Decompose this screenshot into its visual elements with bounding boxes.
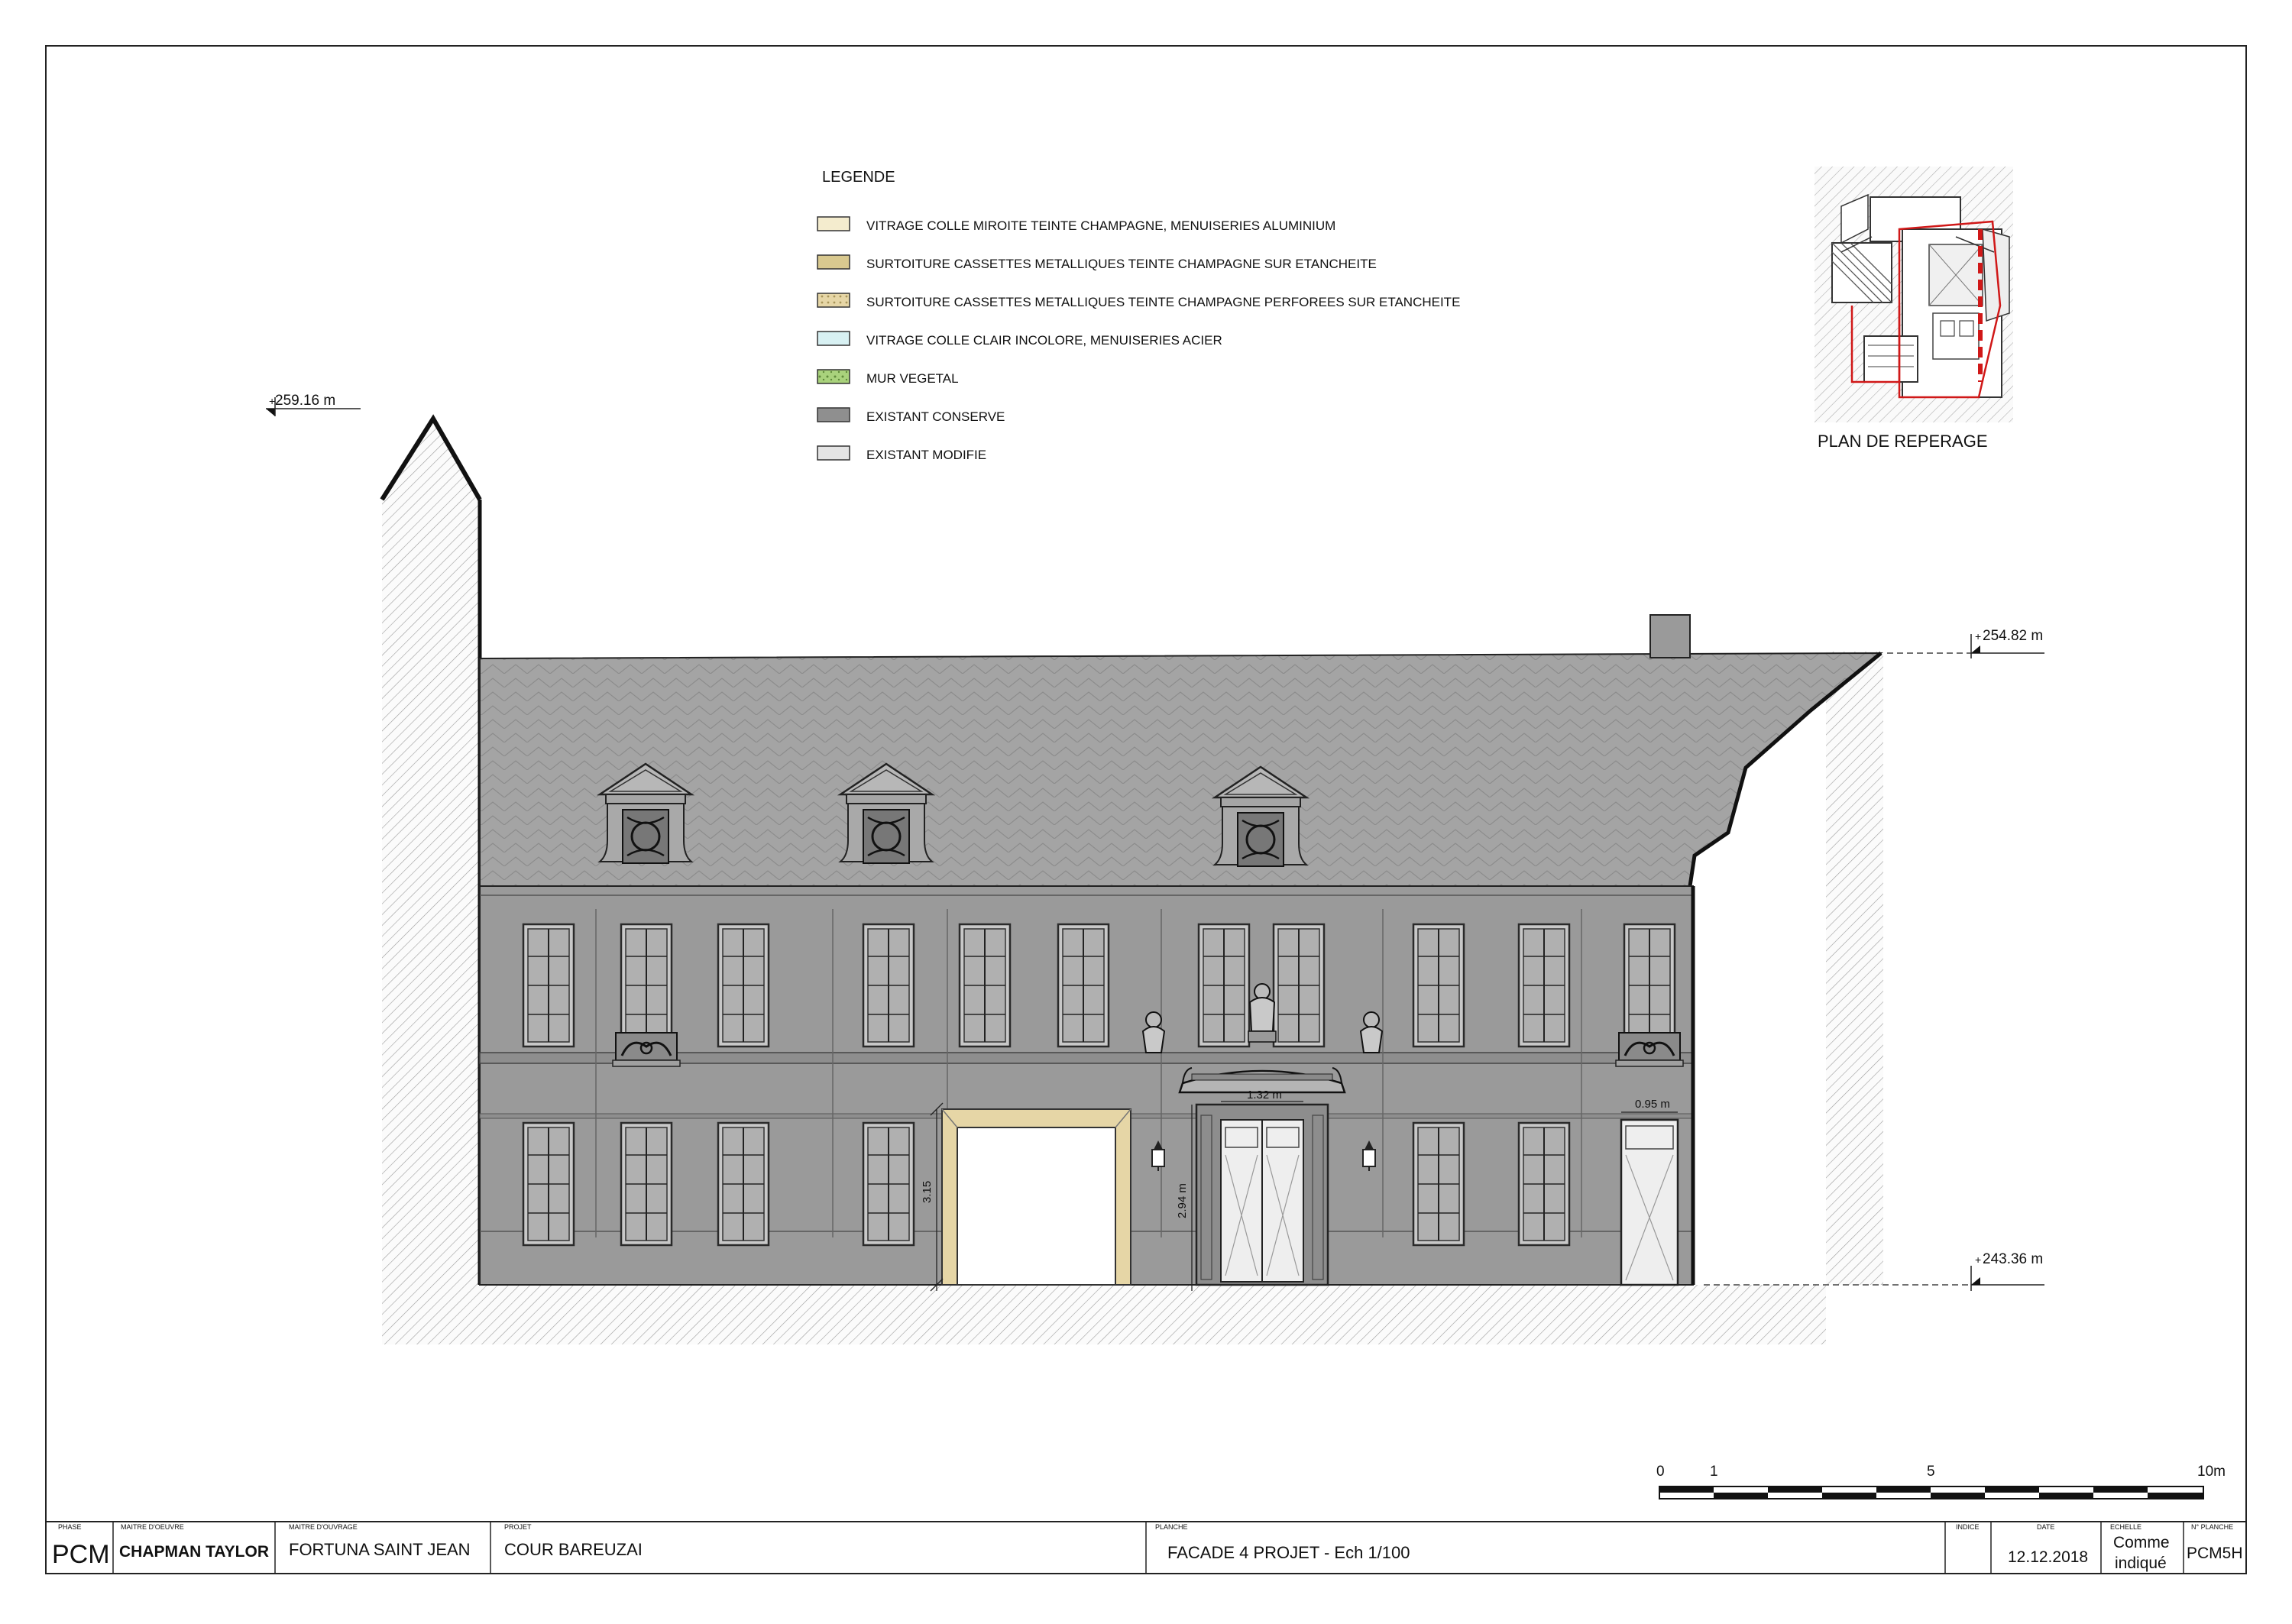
phase-heading: PHASE [58,1523,82,1531]
index-heading: INDICE [1956,1523,1980,1531]
window [620,1121,673,1247]
legend-swatch [817,293,850,308]
window [522,923,575,1048]
window [522,1121,575,1247]
project-value: COUR BAREUZAI [504,1540,643,1559]
level-value: 254.82 m [1983,628,2043,644]
location-plan-map [1814,167,2013,422]
facade-elevation [380,414,1883,1344]
scale-label: 10m [2197,1464,2226,1480]
phase-value: PCM [52,1540,110,1569]
location-plan: PLAN DE REPERAGE [1814,167,2013,451]
scale-label: 5 [1927,1464,1935,1480]
window [1272,923,1326,1048]
carriage-entrance [941,1108,1131,1286]
legend-swatch [817,254,850,270]
drawing-sheet: LEGENDE VITRAGE COLLE MIROITE TEINTE CHA… [45,45,2247,1574]
legend-title: LEGENDE [822,169,895,186]
architect-value: CHAPMAN TAYLOR [119,1543,269,1561]
legend-label: EXISTANT MODIFIE [866,448,986,462]
legend-swatch [817,369,850,384]
legend-label: SURTOITURE CASSETTES METALLIQUES TEINTE … [866,257,1377,271]
svg-text:+: + [1975,630,1981,642]
scale-value-line2: indiqué [2115,1554,2167,1572]
legend-swatch [817,445,850,461]
window [1412,923,1465,1048]
legend-item: EXISTANT MODIFIE [817,445,986,462]
level-value: 259.16 m [275,393,335,409]
scale-heading: ECHELLE [2110,1523,2141,1531]
balcony-railing [1614,1031,1685,1068]
level-marker-top-right: + 254.82 m [1887,628,2044,658]
legend-item: VITRAGE COLLE CLAIR INCOLORE, MENUISERIE… [817,331,1222,348]
balcony-railing [611,1031,681,1068]
legend-swatch [817,216,850,231]
dimension-label: 2.94 m [1176,1183,1189,1218]
window [717,1121,770,1247]
sheet-number-heading: N° PLANCHE [2191,1523,2233,1531]
client-heading: MAITRE D'OUVRAGE [289,1523,358,1531]
legend-item: VITRAGE COLLE MIROITE TEINTE CHAMPAGNE, … [817,216,1335,233]
scale-label: 0 [1656,1464,1665,1480]
dimension-label: 0.95 m [1635,1098,1670,1111]
legend-item: SURTOITURE CASSETTES METALLIQUES TEINTE … [817,293,1460,309]
window [1623,923,1676,1048]
legend-label: MUR VEGETAL [866,371,959,386]
sheet-value: FACADE 4 PROJET - Ech 1/100 [1167,1543,1410,1562]
legend-item: SURTOITURE CASSETTES METALLIQUES TEINTE … [817,254,1377,271]
legend-swatch [817,407,850,422]
level-value: 243.36 m [1983,1251,2043,1267]
legend-label: EXISTANT CONSERVE [866,409,1005,424]
location-plan-label: PLAN DE REPERAGE [1818,432,1988,451]
date-heading: DATE [2037,1523,2054,1531]
legend-label: SURTOITURE CASSETTES METALLIQUES TEINTE … [866,295,1460,309]
legend-swatch [817,331,850,346]
window [1057,923,1110,1048]
window [717,923,770,1048]
svg-text:+: + [1975,1254,1981,1266]
dimension-label: 3.15 [921,1181,934,1203]
window [958,923,1012,1048]
window [862,1121,915,1247]
window [620,923,673,1048]
title-block: PHASE PCM MAITRE D'OEUVRE CHAPMAN TAYLOR… [45,1521,2247,1574]
window [1197,923,1251,1048]
legend-item: EXISTANT CONSERVE [817,407,1005,424]
chimney [1649,614,1691,658]
scale-value-line1: Comme [2113,1534,2170,1551]
date-value: 12.12.2018 [2008,1548,2088,1566]
client-value: FORTUNA SAINT JEAN [289,1540,471,1559]
roof [479,652,1883,887]
scale-bar: 0 1 5 10m [1656,1464,2226,1499]
sheet-number-value: PCM5H [2187,1545,2243,1562]
window [1517,1121,1571,1247]
legend-item: MUR VEGETAL [817,369,959,386]
main-door [1195,1103,1329,1286]
sheet-heading: PLANCHE [1155,1523,1188,1531]
level-marker-top-left: 259.16 m + [266,393,361,416]
window [1517,923,1571,1048]
window [1412,1121,1465,1247]
dimension-label: 1.32 m [1247,1089,1282,1102]
legend: LEGENDE VITRAGE COLLE MIROITE TEINTE CHA… [817,169,1460,462]
svg-text:+: + [269,395,275,407]
window [862,923,915,1048]
side-door [1620,1118,1679,1286]
project-heading: PROJET [504,1523,532,1531]
scale-label: 1 [1710,1464,1718,1480]
architect-heading: MAITRE D'OEUVRE [121,1523,184,1531]
legend-label: VITRAGE COLLE CLAIR INCOLORE, MENUISERIE… [866,333,1222,348]
legend-label: VITRAGE COLLE MIROITE TEINTE CHAMPAGNE, … [866,218,1335,233]
